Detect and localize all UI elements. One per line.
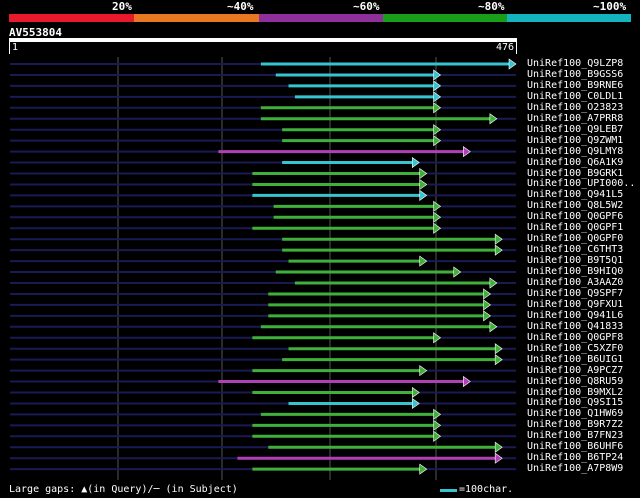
hit-label[interactable]: UniRef100_O23823	[527, 102, 623, 113]
hit-end-arrow	[483, 310, 492, 322]
hit-end-arrow	[411, 156, 420, 169]
hit-label[interactable]: UniRef100_B9R7Z2	[527, 419, 623, 430]
hit-end-arrow	[433, 80, 442, 92]
hit-end-arrow	[433, 419, 442, 431]
hit-end-arrow	[419, 255, 428, 267]
hit-end-arrow	[494, 343, 503, 355]
hit-end-arrow	[433, 102, 442, 114]
hit-label[interactable]: UniRef100_C0LDL1	[527, 91, 623, 102]
hit-end-arrow	[419, 365, 428, 377]
hit-label[interactable]: UniRef100_A7PRR8	[527, 113, 623, 124]
hit-label[interactable]: UniRef100_B9GRK1	[527, 168, 623, 179]
hit-label[interactable]: UniRef100_Q9SI15	[527, 397, 623, 408]
hit-label[interactable]: UniRef100_Q941L5	[527, 189, 623, 200]
hit-end-arrow	[419, 463, 428, 475]
hit-end-arrow	[433, 135, 442, 147]
hit-label[interactable]: UniRef100_Q6A1K9	[527, 157, 623, 168]
hit-end-arrow	[411, 386, 420, 399]
hit-end-arrow	[462, 146, 471, 158]
hit-end-arrow	[453, 266, 462, 278]
hit-label[interactable]: UniRef100_C6THT3	[527, 244, 623, 255]
hit-label[interactable]: UniRef100_Q0GPF6	[527, 211, 623, 222]
hit-end-arrow	[494, 233, 503, 245]
hit-end-arrow	[411, 397, 420, 410]
hit-label[interactable]: UniRef100_B9RNE6	[527, 80, 623, 91]
hit-end-arrow	[489, 277, 498, 289]
hit-end-arrow	[494, 452, 503, 464]
hit-end-arrow	[419, 167, 428, 180]
hit-end-arrow	[489, 113, 498, 125]
hit-end-arrow	[433, 408, 442, 420]
hit-label[interactable]: UniRef100_Q9FXU1	[527, 299, 623, 310]
hit-end-arrow	[494, 244, 503, 256]
hit-label[interactable]: UniRef100_B6TP24	[527, 452, 623, 463]
hit-label[interactable]: UniRef100_Q0GPF8	[527, 332, 623, 343]
hit-label[interactable]: UniRef100_Q1HW69	[527, 408, 623, 419]
hit-end-arrow	[483, 299, 492, 311]
hit-label[interactable]: UniRef100_A3AAZ0	[527, 277, 623, 288]
hit-label[interactable]: UniRef100_B6UIG1	[527, 354, 623, 365]
hit-label[interactable]: UniRef100_Q9LMY8	[527, 146, 623, 157]
hit-label[interactable]: UniRef100_B9MXL2	[527, 387, 623, 398]
hit-label[interactable]: UniRef100_Q9ZWM1	[527, 135, 623, 146]
hit-end-arrow	[419, 189, 428, 201]
hit-end-arrow	[494, 354, 503, 366]
hit-label[interactable]: UniRef100_Q41833	[527, 321, 623, 332]
hit-end-arrow	[433, 91, 442, 103]
hit-end-arrow	[433, 222, 442, 234]
hit-label[interactable]: UniRef100_A7P8W9	[527, 463, 623, 474]
hit-label[interactable]: UniRef100_B7FN23	[527, 430, 623, 441]
hit-end-arrow	[508, 58, 517, 70]
hit-label[interactable]: UniRef100_Q8RU59	[527, 376, 623, 387]
hit-end-arrow	[433, 211, 442, 223]
hit-label[interactable]: UniRef100_Q0GPF0	[527, 233, 623, 244]
hit-label[interactable]: UniRef100_Q9SPF7	[527, 288, 623, 299]
hit-label[interactable]: UniRef100_C5XZF0	[527, 343, 623, 354]
hit-label[interactable]: UniRef100_B9HIQ0	[527, 266, 623, 277]
hit-end-arrow	[433, 430, 442, 442]
hit-end-arrow	[433, 69, 442, 81]
hit-end-arrow	[433, 124, 442, 136]
hit-end-arrow	[489, 321, 498, 333]
hit-label[interactable]: UniRef100_B6UHF6	[527, 441, 623, 452]
scale-bar	[440, 489, 457, 492]
hit-end-arrow	[483, 288, 492, 300]
hit-label[interactable]: UniRef100_B9GSS6	[527, 69, 623, 80]
scale-label: =100char.	[459, 484, 514, 495]
hit-end-arrow	[419, 178, 428, 191]
hit-label[interactable]: UniRef100_B9T5Q1	[527, 255, 623, 266]
hit-label[interactable]: UniRef100_Q9LEB7	[527, 124, 623, 135]
hit-end-arrow	[462, 375, 471, 388]
hit-end-arrow	[433, 332, 442, 344]
hit-label[interactable]: UniRef100_Q0GPF1	[527, 222, 623, 233]
hit-end-arrow	[433, 200, 442, 212]
hit-label[interactable]: UniRef100_Q9LZP8	[527, 58, 623, 69]
hit-label[interactable]: UniRef100_Q8L5W2	[527, 200, 623, 211]
hit-end-arrow	[494, 441, 503, 453]
hit-label[interactable]: UniRef100_A9PCZ7	[527, 365, 623, 376]
hit-label[interactable]: UniRef100_Q941L6	[527, 310, 623, 321]
gap-legend-note: Large gaps: ▲(in Query)/─ (in Subject)	[9, 484, 238, 495]
hit-label[interactable]: UniRef100_UPI000..	[527, 178, 635, 189]
